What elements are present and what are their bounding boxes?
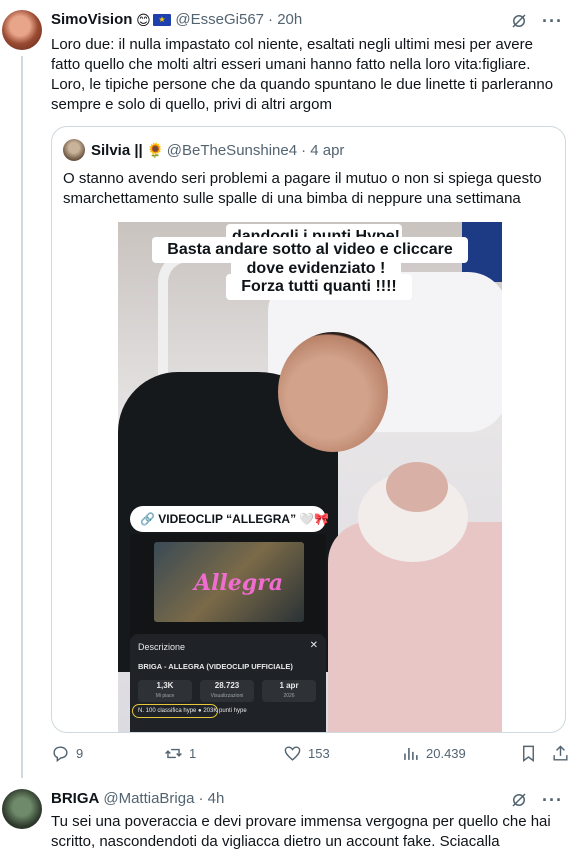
avatar[interactable] bbox=[2, 789, 42, 829]
videoclip-label-text: VIDEOCLIP “ALLEGRA” 🤍🎀 bbox=[158, 512, 330, 526]
song-title: BRIGA - ALLEGRA (VIDEOCLIP UFFICIALE) bbox=[138, 662, 293, 671]
tweet-top-icons: ··· bbox=[510, 791, 563, 809]
views-chart-icon bbox=[404, 747, 418, 760]
eu-flag-icon bbox=[153, 13, 172, 26]
face-emoji-icon: 😊 bbox=[136, 11, 151, 28]
thumbnail-title: Allegra bbox=[194, 570, 284, 596]
views-count: 20.439 bbox=[426, 746, 466, 761]
reply-count: 9 bbox=[76, 746, 84, 761]
stat-likes: 1,3K Mi piace bbox=[138, 680, 192, 702]
description-panel: Descrizione ✕ BRIGA - ALLEGRA (VIDEOCLIP… bbox=[130, 634, 326, 732]
stat-views: 28.723 Visualizzazioni bbox=[200, 680, 254, 702]
tweet-header: SimoVision 😊 @EsseGi567 · 20h bbox=[51, 11, 302, 28]
tweet-top-icons: ··· bbox=[510, 12, 563, 30]
quote-author-handle: @BeTheSunshine4 bbox=[166, 141, 298, 159]
more-icon[interactable]: ··· bbox=[542, 12, 563, 30]
quote-timestamp: · 4 apr bbox=[301, 141, 345, 159]
share-icon bbox=[553, 745, 568, 761]
repost-button[interactable]: 1 bbox=[164, 744, 196, 763]
timestamp[interactable]: · 20h bbox=[268, 11, 302, 28]
like-button[interactable]: 153 bbox=[283, 744, 330, 763]
quote-header: Silvia || 🌻 @BeTheSunshine4 · 4 apr bbox=[63, 139, 344, 161]
quote-avatar bbox=[63, 139, 85, 161]
tweet-header: BRIGA @MattiaBriga · 4h bbox=[51, 790, 224, 807]
author-name[interactable]: BRIGA bbox=[51, 790, 99, 807]
stat-value: 1 apr bbox=[279, 681, 299, 690]
stat-label: 2026 bbox=[283, 693, 295, 699]
avatar[interactable] bbox=[2, 10, 42, 50]
tweet-actions: 9 1 153 20.439 bbox=[51, 744, 568, 766]
close-icon: ✕ bbox=[309, 640, 318, 651]
videoclip-label: 🔗 VIDEOCLIP “ALLEGRA” 🤍🎀 bbox=[130, 506, 330, 532]
more-icon[interactable]: ··· bbox=[542, 791, 563, 809]
heart-icon bbox=[284, 746, 301, 761]
author-handle[interactable]: @MattiaBriga bbox=[103, 790, 194, 807]
reply-button[interactable]: 9 bbox=[51, 744, 83, 763]
bookmark-button[interactable] bbox=[519, 744, 538, 763]
photo-caption-line-4: Forza tutti quanti !!!! bbox=[226, 274, 412, 300]
share-button[interactable] bbox=[551, 744, 570, 763]
grok-icon[interactable] bbox=[510, 12, 528, 30]
tweet-text: Tu sei una poveraccia e devi provare imm… bbox=[51, 813, 551, 850]
hype-text: N. 100 classifica hype ● 203K punti hype bbox=[138, 708, 247, 714]
stat-label: Visualizzazioni bbox=[210, 693, 244, 699]
reply-icon bbox=[53, 746, 68, 763]
timestamp[interactable]: · 4h bbox=[198, 790, 224, 807]
bookmark-icon bbox=[523, 745, 534, 763]
phone-screenshot: Allegra Descrizione ✕ BRIGA - ALLEGRA (V… bbox=[130, 534, 326, 732]
tweet-text: Loro due: il nulla impastato col niente,… bbox=[51, 36, 554, 113]
stat-value: 28.723 bbox=[214, 681, 240, 690]
grok-icon[interactable] bbox=[510, 791, 528, 809]
repost-count: 1 bbox=[189, 746, 197, 761]
repost-icon bbox=[165, 748, 182, 759]
quote-text: O stanno avendo seri problemi a pagare i… bbox=[63, 170, 542, 207]
link-icon: 🔗 bbox=[140, 512, 159, 526]
photo-man-head bbox=[278, 332, 388, 452]
stat-label: Mi piace bbox=[155, 693, 175, 699]
author-handle[interactable]: @EsseGi567 bbox=[175, 11, 264, 28]
stat-value: 1,3K bbox=[156, 681, 174, 690]
quote-photo[interactable]: dandogli i punti Hype! Basta andare sott… bbox=[118, 222, 502, 732]
description-title: Descrizione bbox=[138, 642, 186, 652]
photo-baby-head bbox=[386, 462, 448, 512]
views-button[interactable]: 20.439 bbox=[401, 744, 466, 763]
video-thumbnail: Allegra bbox=[154, 542, 304, 622]
author-name[interactable]: SimoVision bbox=[51, 11, 132, 28]
quoted-tweet[interactable]: Silvia || 🌻 @BeTheSunshine4 · 4 apr O st… bbox=[51, 126, 566, 733]
stat-date: 1 apr 2026 bbox=[262, 680, 316, 702]
thread-line bbox=[21, 56, 23, 778]
like-count: 153 bbox=[308, 746, 330, 761]
quote-author-name: Silvia || bbox=[91, 141, 143, 159]
sunflower-icon: 🌻 bbox=[146, 142, 165, 158]
